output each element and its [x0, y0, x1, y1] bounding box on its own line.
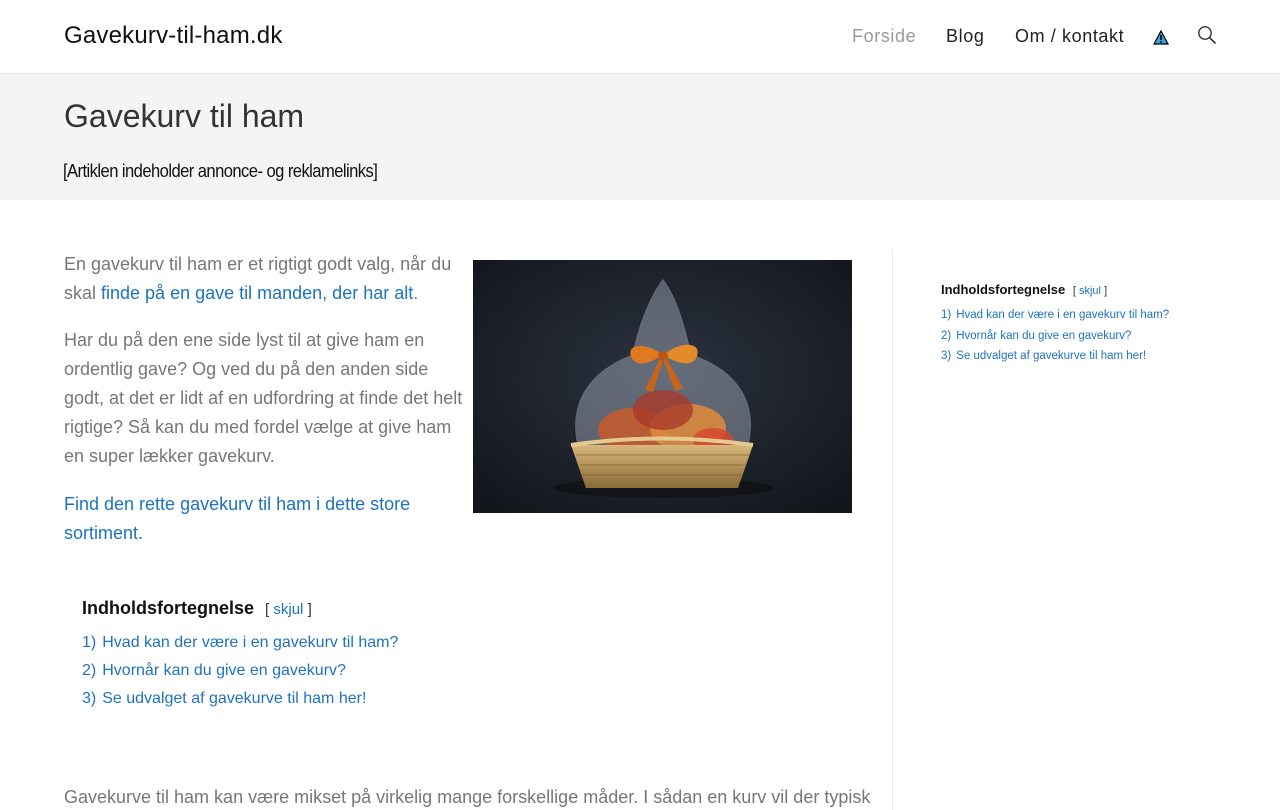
sidebar-toc-heading-text: Indholdsfortegnelse: [941, 282, 1066, 297]
second-paragraph: Har du på den ene side lyst til at give …: [64, 330, 463, 466]
site-title-link[interactable]: Gavekurv-til-ham.dk: [64, 22, 283, 50]
toc-toggle: [ skjul ]: [265, 601, 312, 618]
toc-item-number: 3): [82, 690, 97, 707]
sidebar-toc-item[interactable]: 2) Hvornår kan du give en gavekurv?: [941, 326, 1241, 347]
sidebar-toc-item[interactable]: 1) Hvad kan der være i en gavekurv til ha…: [941, 305, 1241, 326]
sidebar-toc-link[interactable]: Hvornår kan du give en gavekurv?: [956, 330, 1131, 342]
site-header: Gavekurv-til-ham.dk Forside Blog Om / ko…: [0, 0, 1280, 74]
sidebar-divider: [892, 250, 893, 810]
sidebar-toc-link[interactable]: Hvad kan der være i en gavekurv til ham?: [956, 309, 1169, 321]
sidebar-toc-number: 2): [941, 329, 952, 342]
sidebar-bracket-close: ]: [1104, 285, 1108, 297]
warning-icon[interactable]: [1152, 29, 1170, 45]
sidebar-toc-toggle: [ skjul ]: [1073, 285, 1107, 297]
gift-basket-image: [473, 260, 852, 513]
body-paragraph-cut: Gavekurve til ham kan være mikset på vir…: [64, 787, 871, 807]
toc-item-link[interactable]: Hvad kan der være i en gavekurv til ham?: [102, 634, 398, 651]
sidebar-toc-hide-link[interactable]: skjul: [1079, 285, 1101, 297]
toc-item[interactable]: 2) Hvornår kan du give en gavekurv?: [82, 657, 582, 685]
intro-period: .: [413, 283, 419, 303]
table-of-contents: Indholdsfortegnelse [ skjul ] 1) Hvad kan…: [82, 598, 582, 713]
nav-item-blog[interactable]: Blog: [946, 26, 984, 47]
toc-bracket-open: [: [265, 601, 270, 618]
ad-disclaimer: [Artiklen indeholder annonce- og reklame…: [63, 161, 378, 181]
search-icon[interactable]: [1197, 25, 1217, 45]
intro-paragraph: En gavekurv til ham er et rigtigt godt v…: [64, 250, 464, 308]
sidebar-toc-number: 1): [941, 309, 952, 321]
toc-item[interactable]: 3) Se udvalget af gavekurve til ham her!: [82, 685, 582, 713]
sidebar-toc: Indholdsfortegnelse [ skjul ] 1) Hvad kan…: [941, 282, 1241, 367]
gift-for-man-link[interactable]: finde på en gave til manden, der har alt: [101, 283, 413, 303]
nav-item-om-kontakt[interactable]: Om / kontakt: [1015, 26, 1124, 47]
toc-item-link[interactable]: Se udvalget af gavekurve til ham her!: [102, 690, 366, 707]
toc-heading-text: Indholdsfortegnelse: [82, 598, 255, 618]
sidebar-toc-item[interactable]: 3) Se udvalget af gavekurve til ham her!: [941, 346, 1241, 367]
assortment-link[interactable]: Find den rette gavekurv til ham i dette …: [64, 494, 410, 543]
cta-paragraph: Find den rette gavekurv til ham i dette …: [64, 490, 464, 548]
toc-list: 1) Hvad kan der være i en gavekurv til ha…: [82, 629, 582, 713]
toc-item-number: 1): [82, 634, 97, 651]
sidebar-bracket-open: [: [1072, 285, 1076, 297]
toc-item-number: 2): [82, 662, 97, 679]
toc-heading: Indholdsfortegnelse [ skjul ]: [82, 598, 582, 619]
sidebar-toc-heading: Indholdsfortegnelse [ skjul ]: [941, 282, 1241, 297]
toc-item-link[interactable]: Hvornår kan du give en gavekurv?: [102, 662, 346, 679]
sidebar-toc-number: 3): [941, 350, 952, 362]
nav-item-forside[interactable]: Forside: [852, 26, 916, 47]
page-title: Gavekurv til ham: [64, 98, 305, 134]
toc-hide-link[interactable]: skjul: [273, 601, 303, 618]
toc-bracket-close: ]: [307, 601, 312, 618]
page-title-band: Gavekurv til ham [Artiklen indeholder an…: [0, 74, 1280, 200]
toc-item[interactable]: 1) Hvad kan der være i en gavekurv til ha…: [82, 629, 582, 657]
cta-period: .: [138, 523, 144, 543]
sidebar-toc-link[interactable]: Se udvalget af gavekurve til ham her!: [956, 350, 1146, 362]
sidebar-toc-list: 1) Hvad kan der være i en gavekurv til ha…: [941, 305, 1241, 367]
